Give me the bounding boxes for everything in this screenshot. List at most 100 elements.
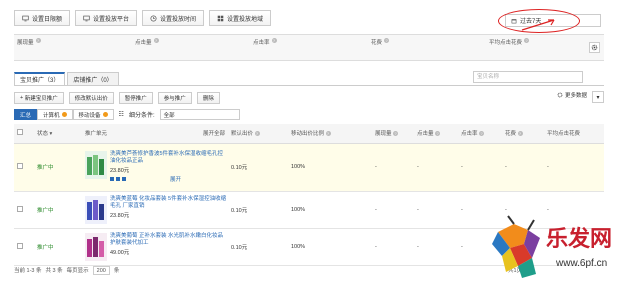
header-label: 状态	[37, 131, 49, 138]
product-thumbnail[interactable]	[85, 232, 107, 261]
header-avg-cpc[interactable]: 平均点击花费	[544, 124, 604, 144]
product-tags: 展开	[110, 175, 228, 183]
pager-per-page-label: 每页显示	[66, 268, 89, 274]
row-ctr: -	[458, 143, 502, 192]
help-icon[interactable]: ?	[393, 131, 399, 137]
help-icon[interactable]: ?	[524, 38, 530, 43]
header-label: 平均点击花费	[547, 131, 581, 138]
stat-label: 点击率	[253, 40, 270, 46]
header-label: 展现量	[375, 131, 392, 138]
segment-mobile[interactable]: 移动设备	[72, 109, 114, 120]
segment-mobile-label: 移动设备	[78, 112, 101, 119]
stats-settings-button[interactable]	[589, 42, 600, 53]
row-bid[interactable]: 0.10元	[228, 191, 288, 229]
header-label: 默认出价	[231, 131, 254, 138]
help-icon[interactable]: ?	[254, 131, 260, 137]
expand-all-link[interactable]: 展开全部	[203, 129, 225, 137]
header-clicks[interactable]: 点击量 ?	[414, 124, 458, 144]
per-page-select[interactable]: 200	[92, 265, 110, 275]
help-icon[interactable]: ?	[325, 131, 331, 137]
action-bar: + 新建宝贝推广 修改默认出价 暂停推广 参与推广 删除 更多数据 ▾	[14, 91, 604, 104]
stat-avg-cpc: 平均点击花费?	[486, 35, 604, 60]
tag-icon	[116, 177, 120, 181]
table-row[interactable]: 推广中 洗爽美芦荟修护香波5件套补水保湿收缩毛孔控油化妆品正品 23.80元 展…	[14, 143, 604, 192]
row-clicks: -	[414, 143, 458, 192]
header-checkbox-cell	[14, 124, 34, 144]
row-clicks: -	[414, 228, 458, 266]
monitor-icon	[22, 15, 29, 21]
set-region-button[interactable]: 设置投放地域	[209, 10, 272, 26]
promotion-tabs: 宝贝推广（3） 店铺推广（0）	[14, 72, 121, 85]
row-bid[interactable]: 0.10元	[228, 143, 288, 192]
filter-select[interactable]: 全部	[159, 109, 240, 120]
row-checkbox-cell	[14, 191, 34, 229]
join-button[interactable]: 参与推广	[157, 91, 192, 104]
more-data-button[interactable]: 更多数据	[557, 91, 587, 99]
row-checkbox[interactable]	[17, 163, 23, 169]
row-unit: 洗爽美葡萄 正补水套装 水光肌补水嫩白化妆品护肤套装代加工 49.00元	[82, 228, 228, 266]
help-icon[interactable]: ?	[271, 38, 277, 43]
chevron-down-icon[interactable]: ▾	[592, 91, 604, 103]
product-name-link[interactable]: 洗爽美芦荟修护香波5件套补水保湿收缩毛孔控油化妆品正品	[110, 151, 228, 165]
tag-icon	[122, 177, 126, 181]
row-checkbox[interactable]	[17, 242, 23, 249]
set-region-label: 设置投放地域	[227, 16, 264, 23]
product-info: 洗爽美芦荟修护香波5件套补水保湿收缩毛孔控油化妆品正品 23.80元 展开	[110, 151, 228, 183]
info-dot-icon	[102, 112, 108, 117]
row-impressions: -	[372, 191, 414, 229]
segment-computer[interactable]: 计算机	[37, 109, 73, 120]
help-icon[interactable]: ?	[35, 38, 41, 43]
pause-button[interactable]: 暂停推广	[118, 91, 153, 104]
product-name-link[interactable]: 洗爽美葡萄 正补水套装 水光肌补水嫩白化妆品护肤套装代加工	[110, 233, 228, 247]
pager-total: 共 3 条	[45, 268, 63, 274]
header-status[interactable]: 状态 ▾	[34, 124, 82, 144]
header-cost[interactable]: 花费 ?	[502, 124, 544, 144]
delete-button[interactable]: 删除	[196, 91, 220, 104]
period-select[interactable]: 过去7天	[505, 14, 601, 27]
set-platform-button[interactable]: 设置投放平台	[75, 10, 138, 26]
header-default-bid[interactable]: 默认出价 ?	[228, 124, 288, 144]
header-mobile-ratio[interactable]: 移动出价比例 ?	[288, 124, 372, 144]
watermark-logo: 乐发网 www.6pf.cn	[492, 215, 612, 278]
row-ratio[interactable]: 100%	[288, 143, 372, 192]
header-ctr[interactable]: 点击率 ?	[458, 124, 502, 144]
header-label: 推广单元	[85, 131, 108, 138]
filter-icon: ☷	[118, 112, 124, 118]
set-daily-limit-button[interactable]: 设置日限额	[14, 10, 71, 26]
row-ratio[interactable]: 100%	[288, 191, 372, 229]
row-checkbox[interactable]	[17, 205, 23, 212]
segment-computer-label: 计算机	[43, 112, 60, 119]
set-daily-limit-label: 设置日限额	[32, 16, 63, 23]
tab-divider	[14, 85, 604, 86]
row-ratio[interactable]: 100%	[288, 228, 372, 266]
row-avg: -	[544, 143, 604, 192]
header-unit: 推广单元 展开全部	[82, 124, 228, 144]
product-name-link[interactable]: 洗爽美蓝莓 化妆品套装 5件套补水保湿控油收缩毛孔 厂家直销	[110, 196, 228, 210]
tab-shop-promotion[interactable]: 店铺推广（0）	[67, 72, 119, 85]
header-label: 点击量	[417, 131, 434, 138]
tag-icon	[110, 177, 114, 181]
header-impressions[interactable]: 展现量 ?	[372, 124, 414, 144]
segment-summary[interactable]: 汇总	[14, 109, 38, 120]
row-bid[interactable]: 0.10元	[228, 228, 288, 266]
help-icon[interactable]: ?	[435, 131, 441, 137]
product-info: 洗爽美蓝莓 化妆品套装 5件套补水保湿控油收缩毛孔 厂家直销 23.80元	[110, 196, 228, 219]
help-icon[interactable]: ?	[517, 131, 523, 137]
expand-link[interactable]: 展开	[170, 175, 181, 183]
clock-icon	[150, 14, 157, 22]
stat-clicks: 点击量?	[132, 35, 250, 60]
watermark-brand: 乐发网	[546, 226, 612, 252]
help-icon[interactable]: ?	[479, 131, 485, 137]
set-time-button[interactable]: 设置投放时间	[142, 10, 205, 26]
item-search-input[interactable]: 宝贝名称	[473, 71, 583, 83]
help-icon[interactable]: ?	[153, 38, 159, 43]
product-thumbnail[interactable]	[85, 151, 107, 179]
new-promotion-button[interactable]: + 新建宝贝推广	[14, 91, 64, 104]
stat-label: 平均点击花费	[489, 40, 523, 46]
product-thumbnail[interactable]	[85, 195, 107, 224]
select-all-checkbox[interactable]	[17, 129, 23, 136]
more-data-label: 更多数据	[564, 93, 587, 99]
help-icon[interactable]: ?	[384, 38, 390, 43]
tab-item-promotion[interactable]: 宝贝推广（3）	[14, 72, 66, 85]
modify-bid-button[interactable]: 修改默认出价	[68, 91, 114, 104]
